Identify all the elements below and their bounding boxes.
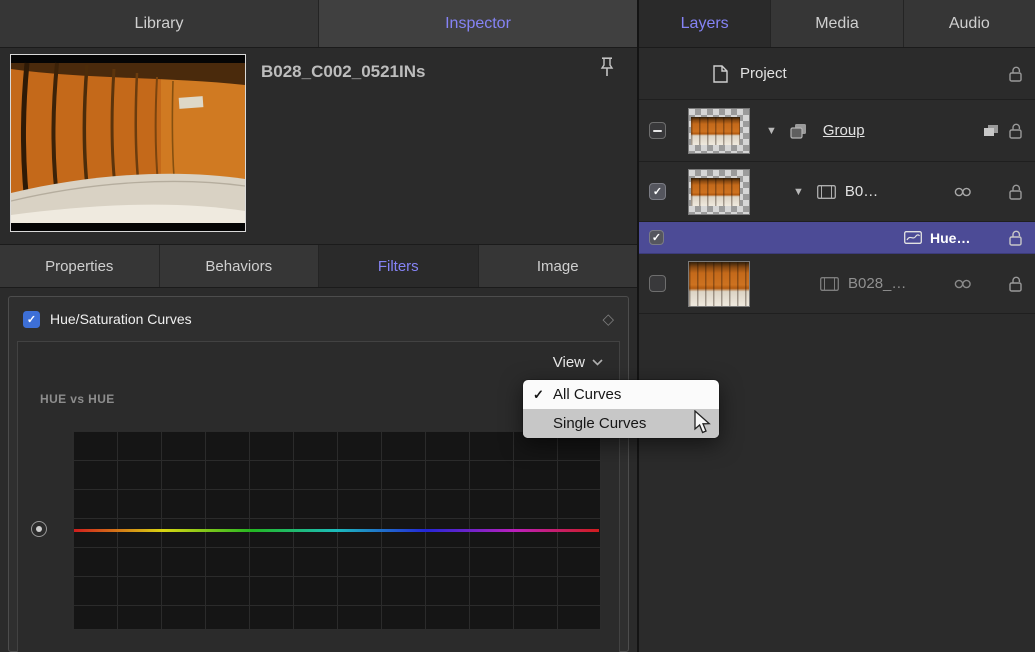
film-icon xyxy=(820,277,839,291)
tab-library[interactable]: Library xyxy=(0,0,319,47)
lock-icon[interactable] xyxy=(1009,275,1023,292)
lock-icon[interactable] xyxy=(1009,65,1023,82)
layers-panel: Layers Media Audio Project xyxy=(637,0,1035,652)
lock-icon[interactable] xyxy=(1009,122,1023,139)
tab-audio-label: Audio xyxy=(949,15,990,33)
mouse-cursor-icon xyxy=(693,410,715,436)
tab-library-label: Library xyxy=(135,15,184,33)
document-icon xyxy=(713,65,728,83)
tab-audio[interactable]: Audio xyxy=(904,0,1035,47)
clip-thumbnail[interactable] xyxy=(688,169,750,215)
checkmark-icon: ✓ xyxy=(533,387,553,403)
view-popup-menu: ✓ All Curves Single Curves xyxy=(523,380,719,438)
rasterize-badge-icon xyxy=(983,124,999,138)
tab-behaviors[interactable]: Behaviors xyxy=(160,245,320,287)
library-inspector-tabbar: Library Inspector xyxy=(0,0,637,48)
lock-icon[interactable] xyxy=(1009,183,1023,200)
curve-radio-button[interactable] xyxy=(31,521,47,537)
layer-label-hue: Hue… xyxy=(930,230,970,246)
clip-activation-checkbox[interactable] xyxy=(649,183,666,200)
layer-row-project[interactable]: Project xyxy=(639,48,1035,100)
hue-spectrum-curve[interactable] xyxy=(74,529,599,532)
layer-row-hue-filter[interactable]: Hue… xyxy=(639,222,1035,254)
tab-media[interactable]: Media xyxy=(771,0,903,47)
tab-layers[interactable]: Layers xyxy=(639,0,771,47)
layer-label-project: Project xyxy=(740,65,787,82)
motion-window: Library Inspector xyxy=(0,0,1035,652)
filter-enable-checkbox[interactable] xyxy=(23,311,40,328)
chevron-down-icon[interactable] xyxy=(592,359,603,366)
layer-row-b028[interactable]: B028_… xyxy=(639,254,1035,314)
tab-behaviors-label: Behaviors xyxy=(205,258,272,275)
film-icon xyxy=(817,185,836,199)
tab-layers-label: Layers xyxy=(681,15,729,33)
tab-inspector-label: Inspector xyxy=(445,15,511,33)
pin-icon[interactable] xyxy=(599,56,615,78)
clip-thumbnail[interactable] xyxy=(688,261,750,307)
menu-item-label: All Curves xyxy=(553,386,621,403)
filter-activation-checkbox[interactable] xyxy=(649,230,664,245)
layer-row-b0[interactable]: ▼ B0… xyxy=(639,162,1035,222)
layer-row-group[interactable]: ▼ Group xyxy=(639,100,1035,162)
disclosure-triangle-icon[interactable]: ▼ xyxy=(793,186,804,198)
curve-graph[interactable] xyxy=(72,430,601,630)
filters-inspector-box: Hue/Saturation Curves ◇ View HUE vs HUE xyxy=(8,296,629,652)
tab-properties[interactable]: Properties xyxy=(0,245,160,287)
link-icon xyxy=(953,187,973,197)
tab-inspector[interactable]: Inspector xyxy=(319,0,637,47)
inspector-panel: Library Inspector xyxy=(0,0,637,652)
view-dropdown[interactable]: View xyxy=(553,354,585,371)
layer-label-group: Group xyxy=(823,122,865,139)
group-thumbnail[interactable] xyxy=(688,108,750,154)
tab-image[interactable]: Image xyxy=(479,245,638,287)
tab-filters[interactable]: Filters xyxy=(319,245,479,287)
view-dropdown-row: View xyxy=(18,342,619,382)
layers-media-audio-tabbar: Layers Media Audio xyxy=(639,0,1035,48)
group-activation-checkbox[interactable] xyxy=(649,122,666,139)
group-icon xyxy=(789,123,809,139)
clip-activation-checkbox[interactable] xyxy=(649,275,666,292)
menu-item-label: Single Curves xyxy=(553,415,646,432)
clip-preview-thumbnail xyxy=(10,54,246,232)
curve-editor xyxy=(72,430,601,630)
menu-item-single-curves[interactable]: Single Curves xyxy=(523,409,719,438)
filter-header-row: Hue/Saturation Curves ◇ xyxy=(9,297,628,341)
filter-name: Hue/Saturation Curves xyxy=(50,311,192,327)
clip-title: B028_C002_0521INs xyxy=(261,62,425,82)
keyframe-diamond-icon[interactable]: ◇ xyxy=(602,310,614,328)
menu-item-all-curves[interactable]: ✓ All Curves xyxy=(523,380,719,409)
tab-media-label: Media xyxy=(815,15,859,33)
layer-label-b028: B028_… xyxy=(848,275,906,292)
radio-dot xyxy=(36,526,42,532)
tab-properties-label: Properties xyxy=(45,258,113,275)
disclosure-triangle-icon[interactable]: ▼ xyxy=(766,125,777,137)
tab-image-label: Image xyxy=(537,258,579,275)
filter-icon xyxy=(904,231,922,244)
tab-filters-label: Filters xyxy=(378,258,419,275)
layers-list: Project ▼ xyxy=(639,48,1035,314)
tunnel-preview-image xyxy=(11,55,245,231)
layer-label-b0: B0… xyxy=(845,183,878,200)
link-icon xyxy=(953,279,973,289)
inspector-tabbar: Properties Behaviors Filters Image xyxy=(0,244,637,288)
lock-icon[interactable] xyxy=(1009,229,1023,246)
